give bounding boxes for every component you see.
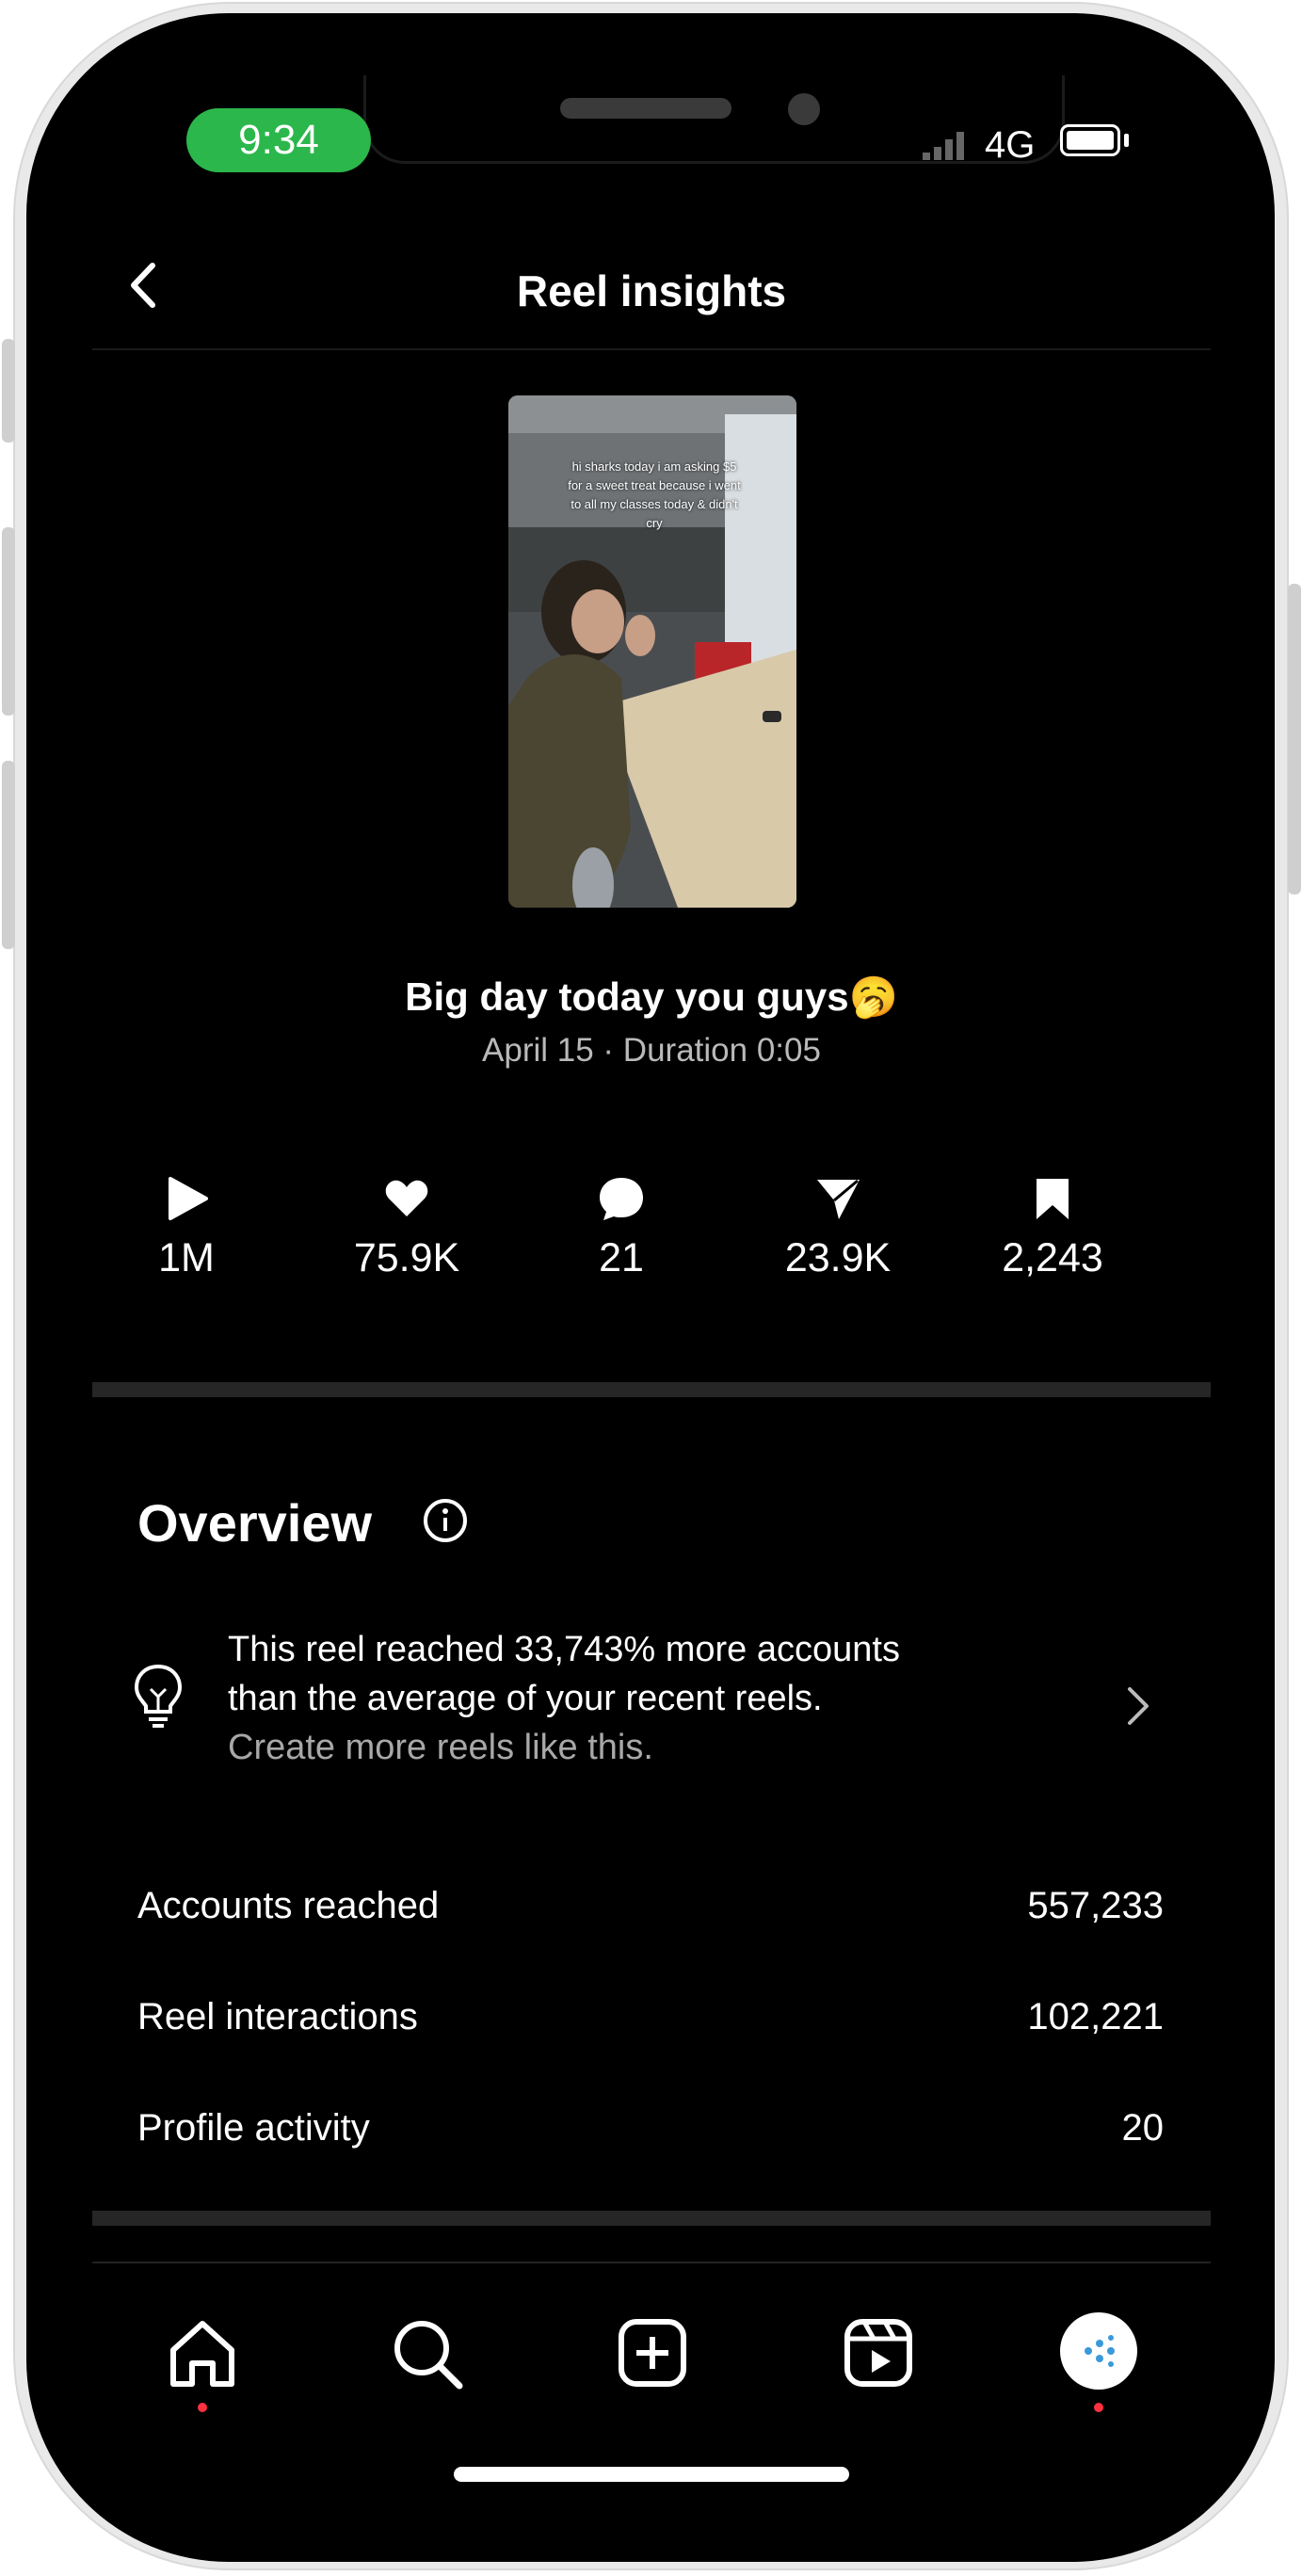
- battery-icon: [1060, 124, 1120, 156]
- insight-tip-link[interactable]: Create more reels like this.: [228, 1723, 1056, 1772]
- stat-value: 1M: [158, 1235, 215, 1280]
- stat-comments: 21: [527, 1175, 715, 1281]
- volume-down-button: [2, 761, 15, 949]
- profile-avatar[interactable]: [1060, 2312, 1137, 2390]
- bottom-nav: [92, 2262, 1211, 2500]
- comment-icon: [600, 1178, 643, 1220]
- stat-value: 75.9K: [353, 1235, 460, 1280]
- reel-thumbnail[interactable]: hi sharks today i am asking $5 for a swe…: [508, 395, 796, 908]
- status-time[interactable]: 9:34: [186, 108, 371, 172]
- metric-value: 102,221: [1027, 1996, 1164, 2037]
- reels-icon[interactable]: [836, 2310, 921, 2395]
- power-button: [1288, 584, 1301, 894]
- lightbulb-icon: [134, 1664, 183, 1728]
- metric-value: 557,233: [1027, 1885, 1164, 1926]
- chevron-right-icon[interactable]: [1124, 1683, 1152, 1729]
- info-icon[interactable]: [422, 1497, 469, 1544]
- screen: 9:34 4G Reel insights hi sharks today i …: [92, 75, 1211, 2500]
- thumbnail-overlay-text: hi sharks today i am asking $5 for a swe…: [568, 459, 741, 530]
- bookmark-icon: [1037, 1179, 1069, 1219]
- volume-up-button: [2, 527, 15, 716]
- home-icon[interactable]: [160, 2310, 245, 2395]
- section-divider: [92, 2211, 1211, 2226]
- stat-saves: 2,243: [958, 1175, 1147, 1281]
- metric-label: Profile activity: [137, 2107, 370, 2149]
- network-label: 4G: [985, 124, 1036, 166]
- header: Reel insights: [92, 235, 1211, 350]
- insight-tip-line2: than the average of your recent reels.: [228, 1679, 823, 1718]
- metric-label: Reel interactions: [137, 1996, 418, 2037]
- front-camera: [788, 93, 820, 125]
- battery-tip: [1124, 134, 1129, 147]
- notification-dot: [1094, 2403, 1103, 2412]
- reel-caption: Big day today you guys🥱: [405, 974, 898, 1019]
- share-icon: [817, 1179, 860, 1219]
- reel-meta: April 15 · Duration 0:05: [482, 1032, 821, 1069]
- search-icon[interactable]: [384, 2310, 469, 2395]
- metric-value: 20: [1121, 2107, 1165, 2149]
- profile-avatar-image: [1085, 2335, 1115, 2367]
- heart-icon: [385, 1180, 428, 1216]
- stat-value: 23.9K: [784, 1235, 892, 1280]
- signal-icon: [923, 132, 964, 160]
- notification-dot: [198, 2403, 207, 2412]
- speaker: [560, 98, 731, 119]
- insight-tip-line1: This reel reached 33,743% more accounts: [228, 1630, 900, 1669]
- stat-plays: 1M: [92, 1175, 281, 1281]
- insight-tip[interactable]: This reel reached 33,743% more accounts …: [228, 1625, 1056, 1772]
- stat-shares: 23.9K: [744, 1175, 932, 1281]
- stat-value: 2,243: [1002, 1235, 1103, 1280]
- create-icon[interactable]: [610, 2310, 695, 2395]
- stat-value: 21: [599, 1235, 644, 1280]
- side-button: [2, 339, 15, 443]
- home-indicator[interactable]: [454, 2467, 849, 2482]
- stat-likes: 75.9K: [313, 1175, 501, 1281]
- page-title: Reel insights: [516, 266, 787, 315]
- overview-title: Overview: [137, 1493, 373, 1553]
- section-divider: [92, 1382, 1211, 1397]
- play-icon: [169, 1177, 208, 1220]
- metric-label: Accounts reached: [137, 1885, 440, 1926]
